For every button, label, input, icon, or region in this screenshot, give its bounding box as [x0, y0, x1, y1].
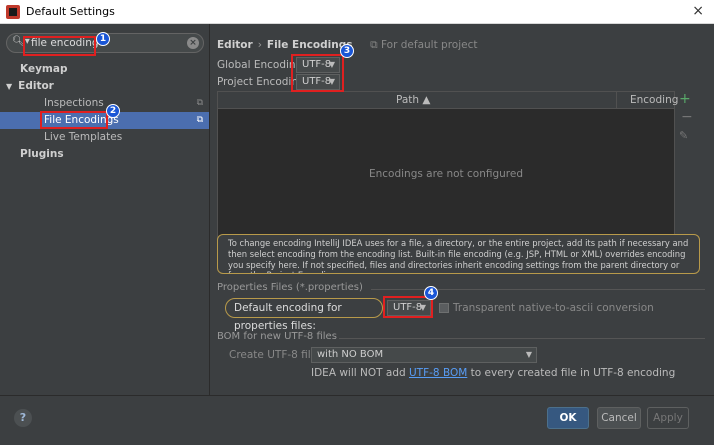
apply-button[interactable]: Apply	[647, 407, 689, 429]
annotation-box-3	[291, 54, 344, 92]
section-divider	[371, 289, 705, 290]
encoding-info-text: To change encoding IntelliJ IDEA uses fo…	[217, 234, 700, 274]
annotation-box-2	[40, 111, 108, 129]
default-properties-encoding-label: Default encoding for properties files:	[225, 298, 383, 332]
annotation-badge-3: 3	[340, 44, 354, 58]
settings-sidebar: 🔍︎▾ file encoding × Keymap ▼ Editor Inspe…	[0, 24, 210, 395]
table-header: Path ▲ Encoding	[218, 92, 678, 109]
tree-item-keymap[interactable]: Keymap	[0, 61, 209, 78]
title-bar: Default Settings ×	[0, 0, 714, 24]
scope-note: ⧉ For default project	[370, 39, 478, 51]
breadcrumb-parent: Editor	[217, 39, 253, 51]
close-window-button[interactable]: ×	[692, 3, 704, 19]
project-scope-icon: ⧉	[370, 39, 381, 51]
tree-item-label: Plugins	[20, 148, 64, 160]
dialog-footer: ? OK Cancel Apply	[0, 395, 714, 445]
tree-item-live-templates[interactable]: Live Templates	[0, 129, 209, 146]
transparent-conversion-label: Transparent native-to-ascii conversion	[453, 302, 654, 314]
intellij-app-icon	[6, 5, 20, 19]
clear-search-icon[interactable]: ×	[187, 37, 199, 49]
breadcrumb-separator: ›	[257, 39, 262, 51]
annotation-box-1	[23, 36, 96, 56]
section-divider	[339, 338, 705, 339]
annotation-badge-1: 1	[96, 32, 110, 46]
tree-item-label: Live Templates	[44, 131, 123, 143]
tree-item-label: Keymap	[20, 63, 68, 75]
settings-content: Editor › File Encodings ⧉ For default proj…	[211, 24, 714, 395]
edit-pencil-icon[interactable]: ✎	[679, 129, 688, 142]
transparent-conversion-checkbox[interactable]	[439, 303, 449, 313]
project-scope-icon: ⧉	[196, 98, 203, 108]
remove-icon[interactable]: −	[681, 109, 693, 125]
annotation-box-4	[383, 296, 433, 318]
tree-item-label: Inspections	[44, 97, 104, 109]
project-scope-icon: ⧉	[196, 115, 203, 125]
bom-note: IDEA will NOT add UTF-8 BOM to every cre…	[311, 367, 676, 379]
expand-arrow-icon[interactable]: ▼	[6, 82, 12, 91]
add-icon[interactable]: +	[679, 91, 691, 107]
cancel-button[interactable]: Cancel	[597, 407, 641, 429]
properties-section-title: Properties Files (*.properties)	[217, 282, 363, 293]
empty-table-message: Encodings are not configured	[368, 168, 524, 180]
window-title: Default Settings	[26, 5, 115, 18]
ok-button[interactable]: OK	[547, 407, 589, 429]
bom-value: with NO BOM	[317, 349, 384, 360]
utf8-bom-link[interactable]: UTF-8 BOM	[409, 367, 467, 379]
annotation-badge-4: 4	[424, 286, 438, 300]
tree-item-editor[interactable]: ▼ Editor	[0, 78, 209, 95]
bom-section-title: BOM for new UTF-8 files	[217, 331, 337, 342]
bom-dropdown[interactable]: with NO BOM ▼	[311, 347, 537, 363]
encoding-mapping-table[interactable]: Path ▲ Encoding Encodings are not config…	[217, 91, 678, 251]
chevron-down-icon: ▼	[525, 350, 532, 359]
tree-item-inspections[interactable]: Inspections ⧉	[0, 95, 209, 112]
column-divider	[616, 92, 617, 109]
annotation-badge-2: 2	[106, 104, 120, 118]
tree-item-plugins[interactable]: Plugins	[0, 146, 209, 163]
tree-item-label: Editor	[18, 80, 54, 92]
help-button[interactable]: ?	[14, 409, 32, 427]
path-column-header[interactable]: Path ▲	[396, 92, 430, 109]
encoding-column-header[interactable]: Encoding	[630, 92, 678, 109]
